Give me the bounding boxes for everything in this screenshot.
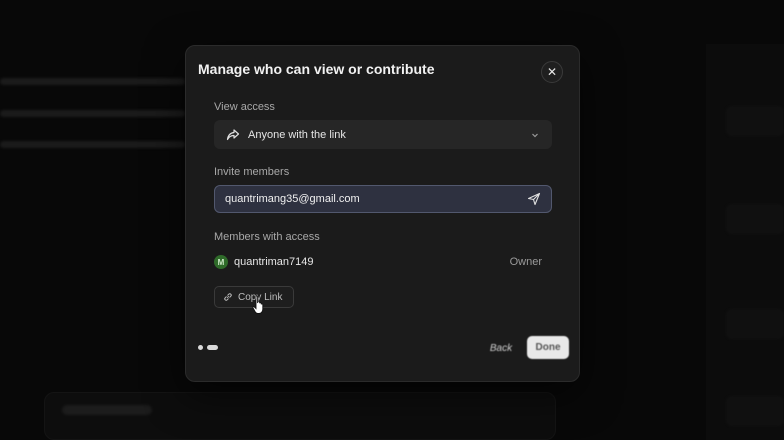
member-role: Owner: [509, 256, 542, 268]
avatar: M: [214, 255, 228, 269]
invite-field-container: [214, 185, 552, 213]
members-with-access-label: Members with access: [214, 231, 320, 243]
share-icon: [226, 128, 240, 142]
modal-title: Manage who can view or contribute: [198, 61, 435, 77]
member-row: M quantriman7149 Owner: [214, 254, 542, 270]
send-icon[interactable]: [527, 192, 541, 206]
invite-members-label: Invite members: [214, 166, 290, 178]
back-button[interactable]: Back: [486, 340, 516, 356]
view-access-value: Anyone with the link: [248, 128, 346, 141]
invite-email-input[interactable]: [225, 193, 527, 205]
member-name: quantriman7149: [234, 256, 314, 268]
hand-pointer-cursor-icon: [252, 295, 264, 314]
link-icon: [223, 292, 233, 302]
share-modal: Manage who can view or contribute ✕ View…: [185, 45, 580, 382]
done-button[interactable]: Done: [527, 336, 569, 359]
pagination-dot-active: [207, 345, 218, 350]
chevron-down-icon: [530, 130, 540, 140]
close-icon: ✕: [546, 65, 558, 79]
view-access-label: View access: [214, 101, 275, 113]
close-button[interactable]: ✕: [541, 61, 563, 83]
pagination-dots: [198, 345, 218, 350]
view-access-select[interactable]: Anyone with the link: [214, 120, 552, 149]
pagination-dot: [198, 345, 203, 350]
